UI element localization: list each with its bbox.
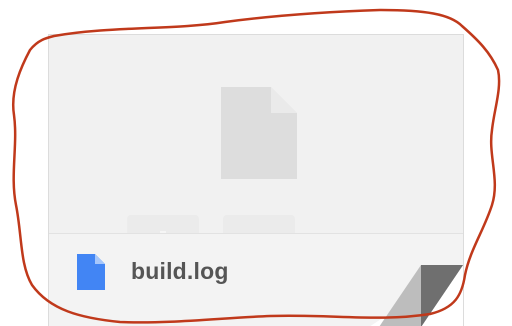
file-icon: [221, 87, 297, 179]
file-icon: [77, 254, 105, 290]
page-curl-corner: [370, 265, 463, 326]
screenshot-stage: build.log: [0, 0, 512, 326]
file-name: build.log: [131, 258, 229, 284]
file-attachment-card[interactable]: build.log: [48, 34, 464, 326]
file-preview[interactable]: [49, 35, 463, 277]
attachment-footer: build.log: [49, 233, 463, 326]
